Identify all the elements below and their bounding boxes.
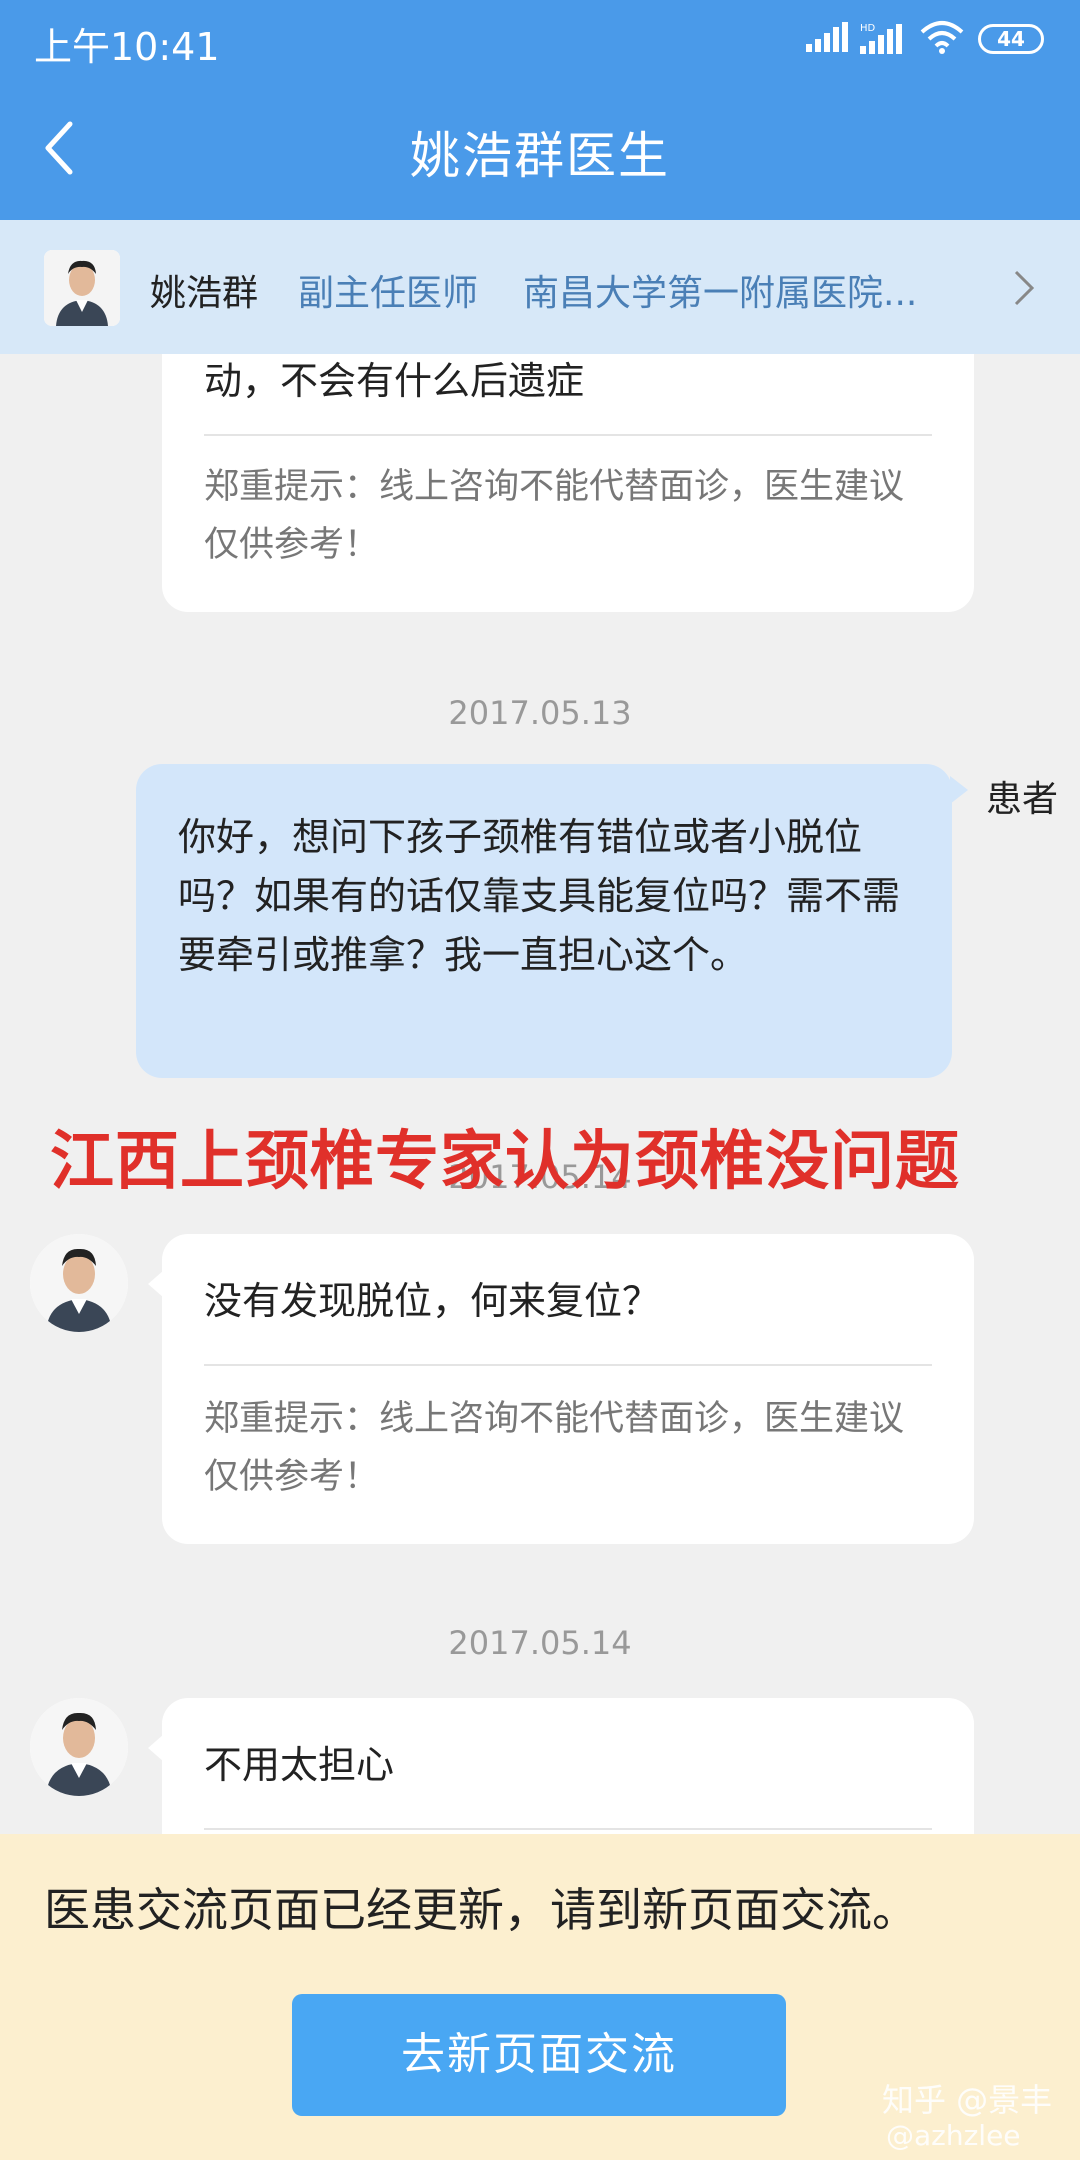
divider xyxy=(204,1828,932,1830)
update-notice: 医患交流页面已经更新，请到新页面交流。 xyxy=(44,1883,918,1937)
date-label: 2017.05.14 xyxy=(448,1624,632,1662)
message-text: 你好，想问下孩子颈椎有错位或者小脱位吗？如果有的话仅靠支具能复位吗？需不需要牵引… xyxy=(178,815,901,977)
watermark-line2: @azhzlee xyxy=(886,2119,1021,2152)
bubble-tail xyxy=(148,1270,164,1298)
chat-area[interactable]: 动，不会有什么后遗症 郑重提示：线上咨询不能代替面诊，医生建议仅供参考！ 201… xyxy=(0,354,1080,1834)
patient-label: 患者 xyxy=(986,779,1059,820)
doctor-rank: 副主任医师 xyxy=(298,273,479,314)
divider xyxy=(204,434,932,436)
go-new-page-button[interactable]: 去新页面交流 xyxy=(292,1994,786,2116)
watermark-line1: 知乎 @景丰 xyxy=(882,2081,1053,2119)
message-text: 动，不会有什么后遗症 xyxy=(204,359,585,403)
doctor-info-bar[interactable]: 姚浩群 副主任医师 南昌大学第一附属医院... xyxy=(0,220,1080,354)
doctor-message-bubble: 不用太担心 xyxy=(148,1698,974,1834)
doctor-name: 姚浩群 xyxy=(150,273,259,314)
status-time: 上午10:41 xyxy=(34,25,220,69)
battery-indicator: 44 xyxy=(978,24,1044,54)
overlay-caption: 江西上颈椎专家认为颈椎没问题 xyxy=(50,1125,960,1199)
doctor-message-bubble: 动，不会有什么后遗症 郑重提示：线上咨询不能代替面诊，医生建议仅供参考！ xyxy=(162,354,974,612)
divider xyxy=(204,1364,932,1366)
doctor-avatar xyxy=(44,250,120,326)
disclaimer-text: 郑重提示：线上咨询不能代替面诊，医生建议仅供参考！ xyxy=(204,1399,905,1497)
message-text: 没有发现脱位，何来复位？ xyxy=(204,1279,661,1323)
signal-icon xyxy=(806,22,848,52)
doctor-avatar[interactable] xyxy=(30,1698,128,1796)
message-text: 不用太担心 xyxy=(204,1743,395,1787)
watermark: 知乎 @景丰 @azhzlee xyxy=(882,2082,1052,2154)
doctor-avatar[interactable] xyxy=(30,1234,128,1332)
status-bar: 上午10:41 HD 44 xyxy=(0,0,1080,76)
chevron-right-icon xyxy=(1014,270,1035,306)
doctor-hospital: 南昌大学第一附属医院... xyxy=(523,273,918,314)
title-bar: 姚浩群医生 xyxy=(0,76,1080,220)
svg-text:HD: HD xyxy=(860,23,876,34)
wifi-icon xyxy=(920,21,964,54)
doctor-message-bubble: 没有发现脱位，何来复位？ 郑重提示：线上咨询不能代替面诊，医生建议仅供参考！ xyxy=(148,1234,974,1544)
bubble-tail xyxy=(950,776,968,804)
disclaimer-text: 郑重提示：线上咨询不能代替面诊，医生建议仅供参考！ xyxy=(204,467,905,565)
bubble-tail xyxy=(148,1734,164,1762)
page-title: 姚浩群医生 xyxy=(410,127,670,185)
date-label: 2017.05.13 xyxy=(448,694,632,732)
hd-signal-icon: HD xyxy=(860,23,902,54)
patient-message-bubble: 你好，想问下孩子颈椎有错位或者小脱位吗？如果有的话仅靠支具能复位吗？需不需要牵引… xyxy=(136,764,968,1078)
